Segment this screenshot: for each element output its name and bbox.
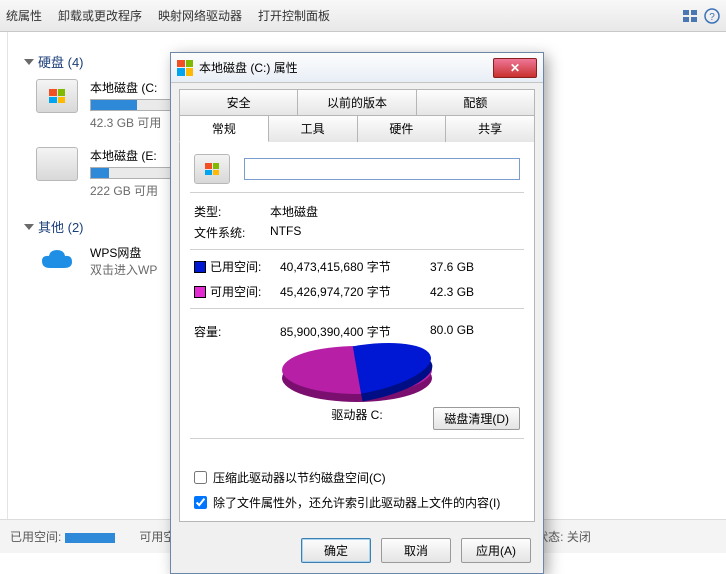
value-fs: NTFS (270, 224, 520, 241)
tab-quota[interactable]: 配额 (417, 89, 535, 115)
tab-sharing[interactable]: 共享 (446, 115, 535, 142)
apply-button[interactable]: 应用(A) (461, 538, 531, 563)
svg-text:?: ? (709, 12, 715, 23)
view-icon[interactable] (682, 8, 698, 24)
free-gb: 42.3 GB (430, 285, 486, 299)
volume-icon (194, 154, 230, 184)
nav-sidebar (0, 32, 8, 519)
free-color-swatch (194, 286, 206, 298)
cancel-button[interactable]: 取消 (381, 538, 451, 563)
explorer-toolbar: 统属性 卸载或更改程序 映射网络驱动器 打开控制面板 ? (0, 0, 726, 32)
tab-security[interactable]: 安全 (179, 89, 298, 115)
checkbox-index-label: 除了文件属性外，还允许索引此驱动器上文件的内容(I) (213, 494, 500, 511)
checkbox-compress[interactable]: 压缩此驱动器以节约磁盘空间(C) (194, 469, 520, 486)
label-used: 已用空间: (210, 258, 280, 275)
capacity-gb: 80.0 GB (430, 323, 486, 340)
group-label: 硬盘 (4) (38, 52, 84, 71)
windows-icon (177, 60, 193, 76)
label-type: 类型: (194, 203, 270, 220)
label-capacity: 容量: (194, 323, 280, 340)
used-gb: 37.6 GB (430, 260, 486, 274)
help-icon[interactable]: ? (704, 8, 720, 24)
tab-general[interactable]: 常规 (179, 115, 269, 142)
ok-button[interactable]: 确定 (301, 538, 371, 563)
cloud-icon (36, 244, 78, 278)
usage-pie-chart (282, 346, 432, 394)
label-free: 可用空间: (210, 283, 280, 300)
checkbox-compress-label: 压缩此驱动器以节约磁盘空间(C) (213, 469, 386, 486)
free-bytes: 45,426,974,720 字节 (280, 283, 430, 300)
used-swatch (65, 533, 115, 543)
properties-dialog: 本地磁盘 (C:) 属性 ✕ 安全 以前的版本 配额 常规 工具 硬件 共享 类… (170, 52, 544, 574)
dialog-titlebar[interactable]: 本地磁盘 (C:) 属性 ✕ (171, 53, 543, 83)
group-label: 其他 (2) (38, 217, 84, 236)
drive-icon (36, 79, 78, 113)
drive-icon (36, 147, 78, 181)
toolbar-item[interactable]: 映射网络驱动器 (158, 7, 242, 24)
status-used: 已用空间: (10, 528, 115, 545)
checkbox-index-input[interactable] (194, 496, 207, 509)
checkbox-index[interactable]: 除了文件属性外，还允许索引此驱动器上文件的内容(I) (194, 494, 520, 511)
disk-cleanup-button[interactable]: 磁盘清理(D) (433, 407, 520, 430)
value-type: 本地磁盘 (270, 203, 520, 220)
pie-label: 驱动器 C: (331, 406, 382, 423)
drive-sub: 双击进入WP (90, 261, 157, 278)
dialog-title: 本地磁盘 (C:) 属性 (199, 59, 298, 76)
label-fs: 文件系统: (194, 224, 270, 241)
collapse-icon (24, 224, 34, 230)
checkbox-compress-input[interactable] (194, 471, 207, 484)
used-color-swatch (194, 261, 206, 273)
toolbar-item[interactable]: 统属性 (6, 7, 42, 24)
drive-name: WPS网盘 (90, 244, 157, 261)
used-bytes: 40,473,415,680 字节 (280, 258, 430, 275)
tab-tools[interactable]: 工具 (269, 115, 358, 142)
volume-name-input[interactable] (244, 158, 520, 180)
tab-panel-general: 类型: 本地磁盘 文件系统: NTFS 已用空间: 40,473,415,680… (179, 142, 535, 522)
tab-previous-versions[interactable]: 以前的版本 (298, 89, 416, 115)
collapse-icon (24, 59, 34, 65)
toolbar-item[interactable]: 打开控制面板 (258, 7, 330, 24)
tab-hardware[interactable]: 硬件 (358, 115, 447, 142)
close-button[interactable]: ✕ (493, 58, 537, 78)
toolbar-item[interactable]: 卸载或更改程序 (58, 7, 142, 24)
capacity-bytes: 85,900,390,400 字节 (280, 323, 430, 340)
